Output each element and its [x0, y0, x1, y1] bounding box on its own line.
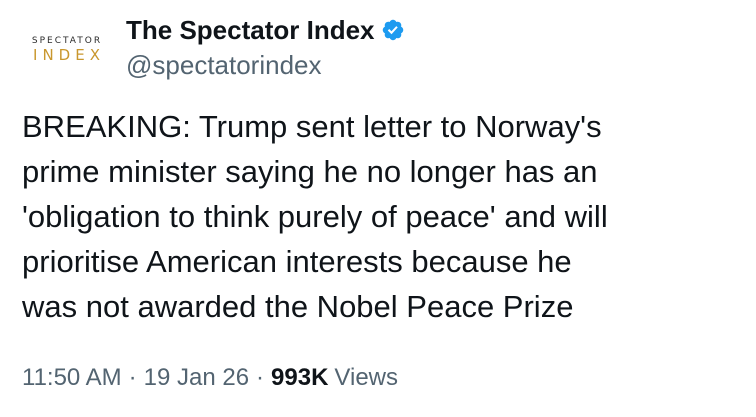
views-count[interactable]: 993K: [271, 364, 328, 392]
author-block: The Spectator Index @spectatorindex: [126, 12, 405, 81]
avatar-logo-bottom: INDEX: [33, 46, 105, 64]
handle[interactable]: @spectatorindex: [126, 50, 405, 81]
name-row: The Spectator Index: [126, 12, 405, 48]
views-label: Views: [334, 364, 399, 391]
meta-separator: ·: [256, 364, 265, 391]
tweet-date[interactable]: 19 Jan 26: [144, 364, 249, 392]
display-name[interactable]: The Spectator Index: [126, 15, 375, 46]
tweet-text: BREAKING: Trump sent letter to Norway's …: [22, 109, 608, 324]
verified-badge-icon[interactable]: [381, 18, 405, 42]
avatar[interactable]: SPECTATOR INDEX: [22, 28, 112, 72]
tweet-time[interactable]: 11:50 AM: [22, 364, 122, 392]
meta-separator: ·: [128, 364, 137, 391]
tweet-card: SPECTATOR INDEX The Spectator Index @spe…: [0, 0, 756, 417]
tweet-meta: 11:50 AM · 19 Jan 26 · 993K Views: [22, 364, 398, 392]
